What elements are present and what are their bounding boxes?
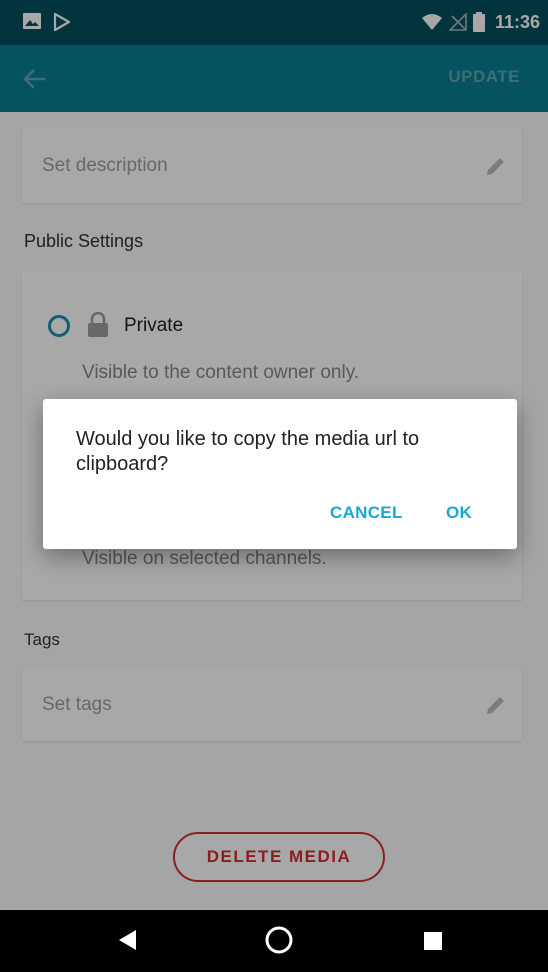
cancel-button[interactable]: CANCEL: [330, 503, 403, 523]
ok-button[interactable]: OK: [446, 503, 472, 523]
dialog-message: Would you like to copy the media url to …: [76, 428, 420, 475]
recents-square-icon[interactable]: [423, 931, 443, 951]
back-triangle-icon[interactable]: [116, 928, 138, 952]
home-circle-icon[interactable]: [264, 925, 294, 955]
copy-url-dialog: Would you like to copy the media url to …: [43, 399, 517, 549]
system-navigation-bar: [0, 910, 548, 972]
